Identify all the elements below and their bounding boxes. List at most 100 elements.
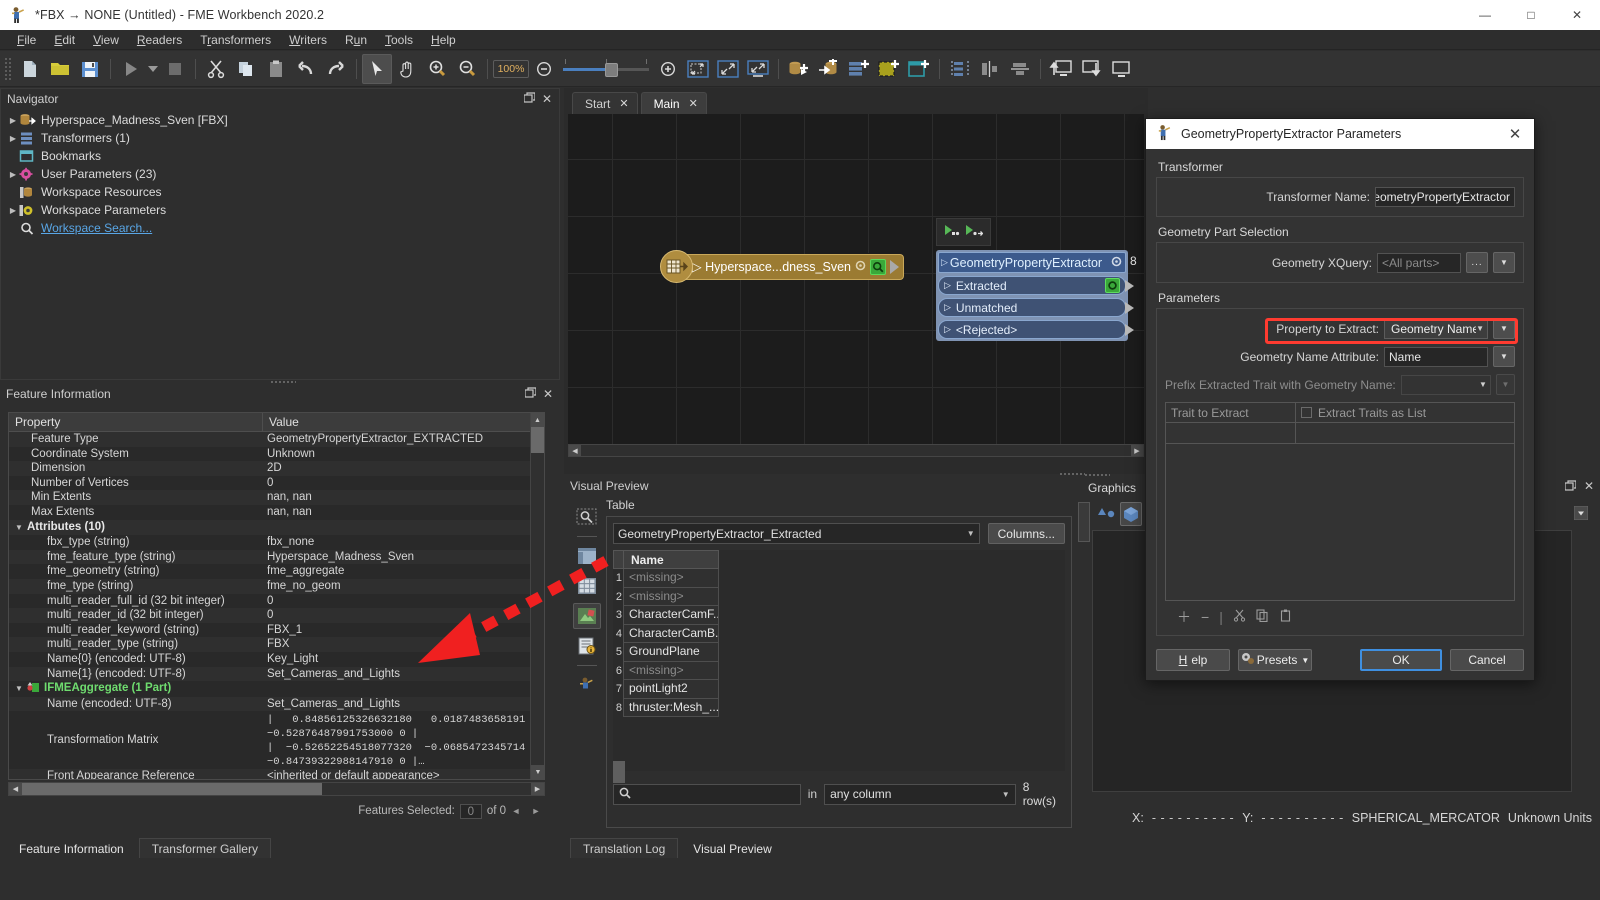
add-writer-icon[interactable] — [814, 54, 844, 84]
zoom-out-icon[interactable] — [452, 54, 482, 84]
output-port-unmatched[interactable]: ▷ Unmatched — [938, 298, 1134, 317]
chevron-right-icon[interactable]: ▶ — [7, 134, 19, 143]
canvas-horizontal-scrollbar[interactable]: ◀ ▶ — [568, 444, 1144, 457]
dropdown-button[interactable]: ▼ — [1493, 252, 1515, 273]
tab-translation-log[interactable]: Translation Log — [570, 838, 679, 858]
geometry-name-attribute-input[interactable]: Name — [1384, 346, 1488, 367]
table-row[interactable]: 8 thruster:Mesh_... — [613, 698, 1065, 717]
table-row[interactable]: 3 CharacterCamF... — [613, 606, 1065, 625]
table-row[interactable]: Dimension 2D — [9, 461, 544, 476]
chevron-down-icon[interactable] — [1573, 505, 1589, 523]
chevron-down-icon[interactable]: ▼ — [967, 529, 975, 538]
table-row[interactable]: Name (encoded: UTF-8) Set_Cameras_and_Lig… — [9, 696, 544, 712]
table-row[interactable]: Min Extents nan, nan — [9, 490, 544, 505]
gear-icon[interactable] — [1110, 255, 1123, 271]
undock-icon[interactable] — [1564, 480, 1577, 493]
preview-table-scroll-thumb[interactable] — [613, 761, 625, 783]
trait-table-row[interactable] — [1166, 423, 1514, 444]
name-cell[interactable]: <missing> — [623, 587, 719, 606]
scrollbar-thumb[interactable] — [22, 783, 322, 795]
name-cell[interactable]: GroundPlane — [623, 643, 719, 662]
cut-icon[interactable] — [201, 54, 231, 84]
open-icon[interactable] — [45, 54, 75, 84]
add-row-icon[interactable]: ＋ — [1177, 607, 1191, 627]
grid-view-icon[interactable] — [573, 573, 601, 599]
horizontal-scrollbar[interactable]: ◀ ▶ — [8, 782, 545, 796]
menu-readers[interactable]: Readers — [128, 31, 191, 49]
next-feature-button[interactable]: ► — [526, 806, 546, 816]
scroll-left-icon[interactable]: ◀ — [9, 783, 22, 795]
table-row[interactable]: fme_type (string) fme_no_geom — [9, 578, 544, 594]
table-row[interactable]: multi_reader_type (string) FBX — [9, 637, 544, 652]
table-row[interactable]: Front Appearance Reference <inherited or … — [9, 769, 544, 779]
cancel-button[interactable]: Cancel — [1450, 649, 1524, 671]
cut-icon[interactable] — [1233, 609, 1246, 625]
name-cell[interactable]: CharacterCamB... — [623, 624, 719, 643]
save-icon[interactable] — [75, 54, 105, 84]
sidebar-item-user-parameters[interactable]: ▶ User Parameters (23) — [1, 165, 559, 183]
zoom-out-step-icon[interactable] — [529, 54, 559, 84]
scroll-right-icon[interactable]: ▶ — [1131, 445, 1143, 456]
table-row[interactable]: 7 pointLight2 — [613, 680, 1065, 699]
align-horizontal-icon[interactable] — [1005, 54, 1035, 84]
property-to-extract-select[interactable]: Geometry Name ▼ — [1384, 318, 1488, 339]
table-row[interactable]: multi_reader_full_id (32 bit integer) 0 — [9, 593, 544, 609]
scroll-down-icon[interactable]: ▼ — [531, 765, 544, 779]
paste-icon[interactable] — [1279, 609, 1292, 625]
chevron-down-icon[interactable]: ▼ — [1301, 656, 1309, 665]
close-icon[interactable]: ✕ — [1584, 480, 1594, 493]
table-row[interactable]: 6 <missing> — [613, 661, 1065, 680]
chevron-right-icon[interactable]: ▶ — [7, 206, 19, 215]
table-row[interactable]: fbx_type (string) fbx_none — [9, 535, 544, 550]
attach-bottom-icon[interactable] — [1076, 54, 1106, 84]
column-header-property[interactable]: Property — [9, 413, 263, 431]
redo-icon[interactable] — [321, 54, 351, 84]
table-row[interactable]: Feature Type GeometryPropertyExtractor_EX… — [9, 432, 544, 447]
close-icon[interactable]: ✕ — [689, 97, 698, 110]
sidebar-item-workspace-search[interactable]: Workspace Search... — [1, 219, 559, 237]
table-row[interactable]: ▼ Attributes (10) — [9, 519, 544, 536]
undock-icon[interactable] — [524, 387, 537, 400]
trait-table-body[interactable] — [1166, 444, 1514, 600]
zoom-slider[interactable] — [563, 58, 649, 79]
add-annotation-icon[interactable] — [904, 54, 934, 84]
chevron-down-icon[interactable]: ▼ — [1002, 790, 1010, 799]
add-reader-icon[interactable] — [784, 54, 814, 84]
inspect-badge-icon[interactable] — [1105, 278, 1120, 293]
close-button[interactable]: ✕ — [1554, 0, 1600, 30]
zoom-to-window-icon[interactable] — [743, 54, 773, 84]
ok-button[interactable]: OK — [1360, 649, 1442, 671]
select-pointer-icon[interactable] — [362, 53, 392, 84]
info-view-icon[interactable] — [573, 633, 601, 659]
table-row[interactable]: Name{0} (encoded: UTF-8) Key_Light — [9, 651, 544, 667]
column-header-value[interactable]: Value — [263, 413, 544, 431]
scroll-up-icon[interactable]: ▲ — [531, 413, 544, 427]
inspect-mode-icon[interactable] — [573, 504, 601, 530]
cube-icon[interactable] — [1119, 502, 1142, 526]
zoom-level-field[interactable]: 100% — [493, 59, 529, 78]
expand-toggle-icon[interactable]: ▼ — [15, 682, 27, 697]
search-scope-select[interactable]: any column ▼ — [824, 783, 1016, 805]
dataset-select[interactable]: GeometryPropertyExtractor_Extracted ▼ — [613, 523, 980, 544]
copy-icon[interactable] — [231, 54, 261, 84]
detach-icon[interactable] — [1106, 54, 1136, 84]
table-row[interactable]: ▼ IFMEAggregate (1 Part) — [9, 681, 544, 697]
close-icon[interactable]: ✕ — [619, 97, 628, 110]
help-button[interactable]: Help — [1156, 649, 1230, 671]
sidebar-item-bookmarks[interactable]: Bookmarks — [1, 147, 559, 165]
name-cell[interactable]: <missing> — [623, 569, 719, 588]
minimize-button[interactable]: — — [1462, 0, 1508, 30]
prev-feature-button[interactable]: ◄ — [506, 806, 526, 816]
tab-main[interactable]: Main ✕ — [640, 92, 707, 114]
search-text-field[interactable] — [635, 787, 795, 801]
maximize-button[interactable]: □ — [1508, 0, 1554, 30]
property-to-extract-dropdown-button[interactable]: ▼ — [1493, 318, 1515, 339]
tab-visual-preview[interactable]: Visual Preview — [680, 838, 785, 858]
trait-cell[interactable] — [1166, 423, 1296, 443]
align-vertical-icon[interactable] — [975, 54, 1005, 84]
menu-file[interactable]: File — [8, 31, 45, 49]
add-bookmark-icon[interactable] — [874, 54, 904, 84]
column-header-name[interactable]: Name — [623, 550, 719, 569]
table-row[interactable]: 4 CharacterCamB... — [613, 624, 1065, 643]
input-port-icon[interactable]: ▷ — [941, 257, 948, 268]
